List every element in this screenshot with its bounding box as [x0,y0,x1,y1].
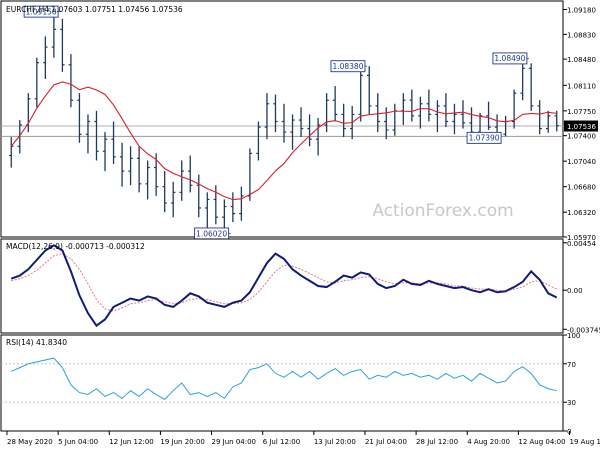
price-y-tick-label: 1.06680 [567,184,596,192]
price-annotation: 1.07390 [466,131,502,144]
macd-y-tick-label: 0.00454 [567,240,596,248]
rsi-frame [0,334,564,432]
price-y-tick-label: 1.08830 [567,31,596,39]
x-tick-label: 4 Aug 20:00 [467,438,510,446]
price-y-tick-label: 1.07400 [567,133,596,141]
x-tick-label: 6 Jul 12:00 [263,438,301,446]
price-y-tick-label: 1.08480 [567,56,596,64]
chart-root: 1.09180 1.08830 1.08480 1.08110 1.07750 1.074… [0,0,600,450]
x-tick-label: 29 Jun 04:00 [212,438,256,446]
rsi-y-tick-label: 30 [567,399,576,407]
x-axis: 28 May 2020 5 Jun 04:00 12 Jun 12:00 19 Jun… [6,431,600,446]
price-y-tick-label: 1.06320 [567,209,596,217]
annotation-label: 1.08380 [332,62,363,71]
x-tick-label: 19 Jun 20:00 [160,438,204,446]
current-price-tag: 1.07536 [564,120,598,132]
macd-title: MACD(12,26,9) -0.000713 -0.000312 [6,242,145,251]
x-tick-label: 13 Jul 20:00 [314,438,356,446]
annotation-label: 1.06020 [196,229,227,238]
x-tick-label: 5 Jun 04:00 [58,438,98,446]
chart-svg: 1.09180 1.08830 1.08480 1.08110 1.07750 1.074… [0,0,600,446]
x-tick-label: 28 May 2020 [7,438,53,446]
price-y-tick-label: 1.07040 [567,158,596,166]
rsi-y-tick-label: 70 [567,361,576,369]
annotation-label: 1.08490 [494,54,525,63]
price-y-tick-label: 1.07750 [567,108,596,116]
x-tick-label: 19 Aug 12:00 [570,438,600,446]
annotation-label: 1.07390 [469,134,500,143]
price-y-tick-label: 1.08110 [567,82,596,90]
price-annotation: 1.08490 [492,52,529,65]
x-tick-label: 21 Jul 04:00 [365,438,407,446]
price-header: EURCHF,H4 1.07603 1.07751 1.07456 1.0753… [6,5,183,14]
price-annotation: 1.06020 [194,227,231,240]
x-tick-label: 28 Jul 12:00 [416,438,458,446]
x-tick-label: 12 Aug 04:00 [518,438,565,446]
macd-panel: 0.004540.00-0.003745MACD(12,26,9) -0.000… [0,238,600,334]
rsi-panel: 10070300RSI(14) 41.8340 [0,332,580,436]
current-price-tag-label: 1.07536 [567,123,596,131]
price-annotation: 1.08380 [330,60,367,73]
watermark: ActionForex.com [372,201,513,221]
x-tick-label: 12 Jun 12:00 [109,438,153,446]
macd-y-tick-label: 0.00 [567,287,583,295]
macd-frame [0,238,564,334]
price-y-tick-label: 1.09180 [567,7,596,15]
rsi-y-tick-label: 100 [567,332,580,340]
rsi-title: RSI(14) 41.8340 [6,338,67,347]
